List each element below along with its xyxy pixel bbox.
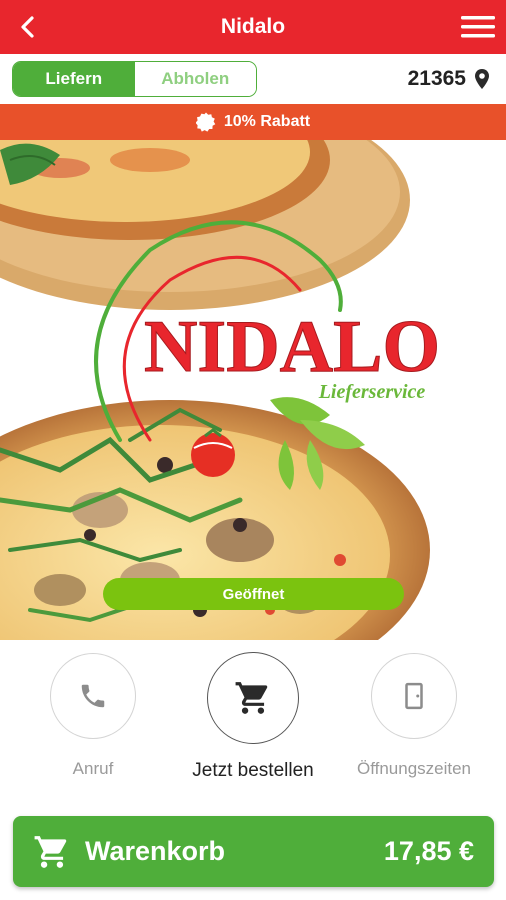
- call-circle: [50, 653, 136, 739]
- logo-wordmark: NIDALO: [144, 306, 440, 388]
- app-bar: Nidalo: [0, 0, 506, 54]
- menu-button[interactable]: [458, 9, 498, 45]
- delivery-mode-toggle: Liefern Abholen: [12, 61, 257, 97]
- logo-subtitle: Lieferservice: [318, 381, 426, 403]
- zip-code-selector[interactable]: 21365: [408, 61, 490, 97]
- order-now-button[interactable]: Jetzt bestellen: [178, 640, 328, 800]
- tab-liefern[interactable]: Liefern: [13, 62, 135, 96]
- cart-total: 17,85 €: [383, 836, 474, 866]
- door-icon: [405, 682, 423, 710]
- call-button[interactable]: Anruf: [18, 640, 168, 800]
- badge-icon: [195, 112, 216, 132]
- hamburger-menu-icon: [461, 16, 495, 38]
- page-title: Nidalo: [220, 15, 286, 38]
- discount-text: 10% Rabatt: [223, 113, 311, 130]
- call-label: Anruf: [72, 759, 114, 778]
- hours-circle: [371, 653, 457, 739]
- action-row: Anruf Jetzt bestellen Öffnungszeiten: [0, 640, 506, 800]
- hero-banner: NIDALO Lieferservice: [0, 140, 506, 640]
- phone-icon: [81, 684, 105, 708]
- opening-hours-button[interactable]: Öffnungszeiten: [339, 640, 489, 800]
- order-now-label: Jetzt bestellen: [192, 760, 314, 781]
- zip-code: 21365: [407, 67, 466, 90]
- pizza-hero-image: NIDALO Lieferservice: [0, 140, 441, 640]
- order-circle: [207, 652, 299, 744]
- cart-label: Warenkorb: [85, 836, 226, 866]
- tab-abholen[interactable]: Abholen: [134, 62, 256, 96]
- opening-hours-label: Öffnungszeiten: [356, 759, 472, 778]
- mode-bar: Liefern Abholen 21365: [0, 54, 506, 104]
- location-pin-icon: [475, 69, 489, 89]
- shopping-cart-icon: [34, 835, 67, 868]
- open-status-button[interactable]: Geöffnet: [103, 578, 404, 610]
- shopping-cart-icon: [235, 682, 268, 714]
- cart-button[interactable]: Warenkorb 17,85 €: [13, 816, 494, 887]
- discount-banner: 10% Rabatt: [0, 104, 506, 140]
